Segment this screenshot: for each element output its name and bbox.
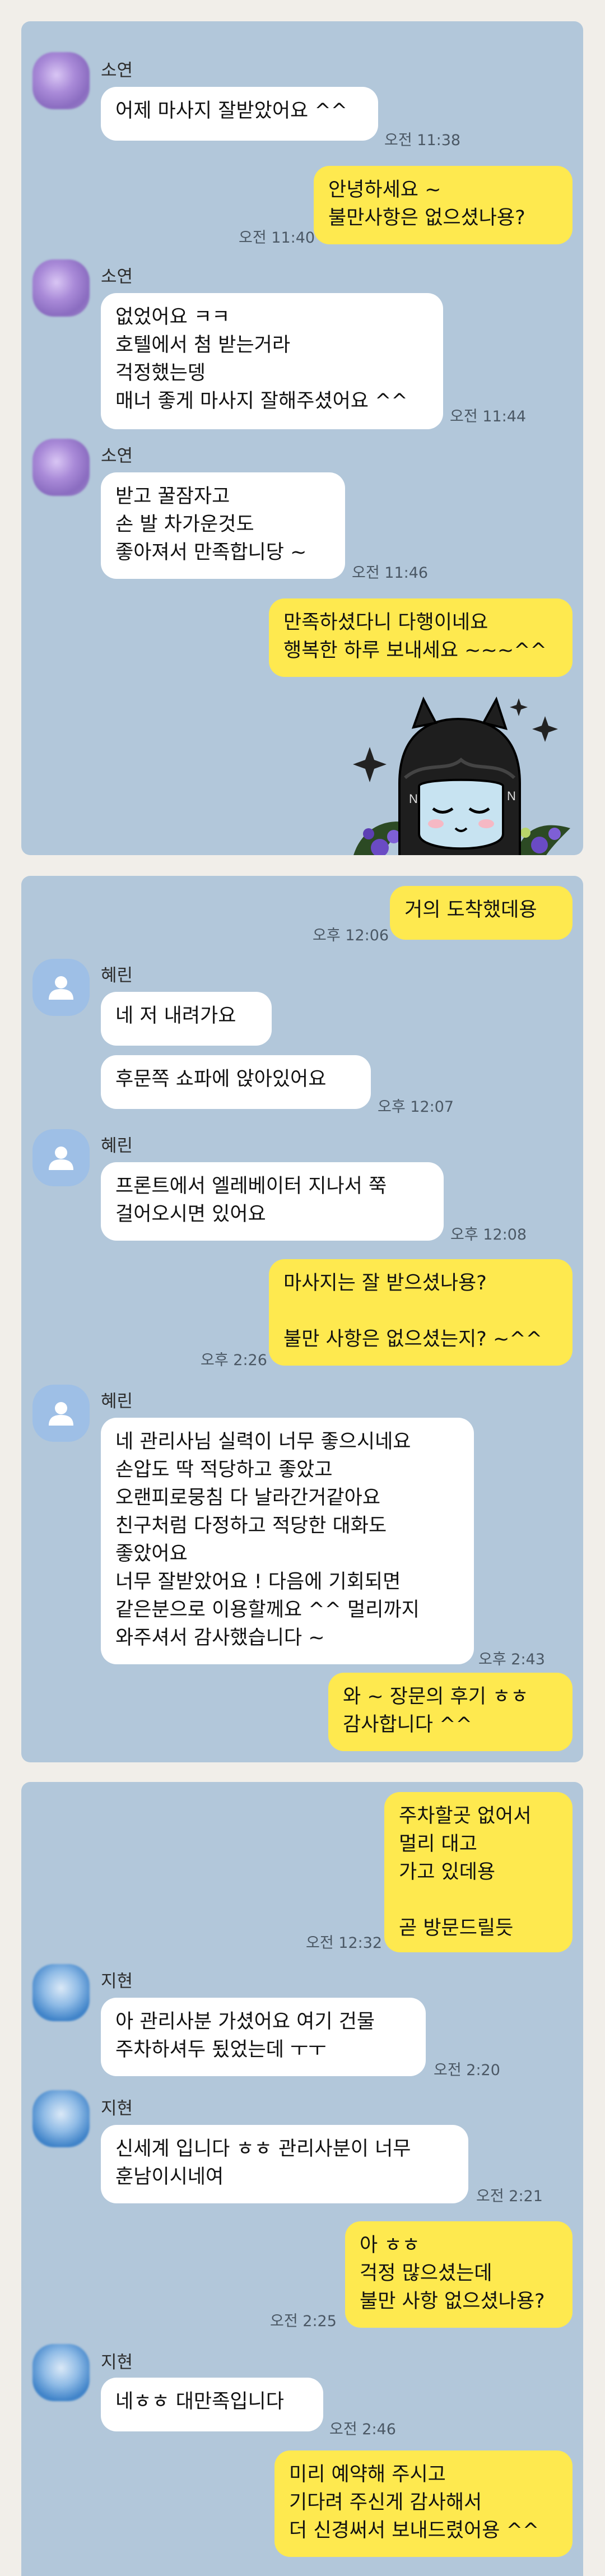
message-bubble-incoming[interactable]: 없었어요 ㅋㅋ 호텔에서 첨 받는거라 걱정했는뎅 매너 좋게 마사지 잘해주셨… (101, 293, 443, 429)
message-time: 오전 2:21 (476, 2188, 543, 2205)
message-bubble-outgoing[interactable]: 만족하셨다니 다행이네요 행복한 하루 보내세요 ~~~^^ (269, 598, 573, 677)
sticker-letter-n: N (409, 792, 418, 806)
message-bubble-incoming[interactable]: 신세계 입니다 ㅎㅎ 관리사분이 너무 훈남이시네여 (101, 2125, 468, 2203)
sender-name: 지현 (101, 2352, 133, 2373)
message-time: 오전 2:25 (270, 2313, 337, 2330)
message-bubble-outgoing[interactable]: 아 ㅎㅎ 걱정 많으셨는데 불만 사항 없으셨나용? (345, 2221, 573, 2328)
message-bubble-outgoing[interactable]: 안녕하세요 ~ 불만사항은 없으셨나용? (314, 166, 573, 244)
message-time: 오후 12:06 (313, 927, 389, 944)
avatar[interactable] (32, 959, 90, 1016)
message-bubble-outgoing[interactable]: 와 ~ 장문의 후기 ㅎㅎ 감사합니다 ^^ (328, 1673, 573, 1751)
message-time: 오전 11:46 (352, 564, 429, 582)
avatar[interactable] (32, 2344, 90, 2401)
chat-screenshot-3: 주차할곳 없어서 멀리 대고 가고 있데용 곧 방문드릴듯 오전 12:32 지… (21, 1782, 583, 2576)
message-time: 오전 11:44 (450, 408, 527, 425)
message-bubble-incoming[interactable]: 받고 꿀잠자고 손 발 차가운것도 좋아져서 만족합니당 ~ (101, 472, 345, 579)
sender-name: 지현 (101, 2099, 133, 2119)
message-time: 오전 2:46 (329, 2421, 396, 2438)
avatar[interactable] (32, 259, 90, 317)
message-bubble-incoming[interactable]: 네 관리사님 실력이 너무 좋으시네요 손압도 딱 적당하고 좋았고 오랜피로뭉… (101, 1418, 474, 1664)
message-time: 오후 12:07 (378, 1098, 454, 1116)
avatar[interactable] (32, 439, 90, 496)
avatar[interactable] (32, 1385, 90, 1442)
default-profile-icon (49, 976, 73, 1000)
avatar[interactable] (32, 1964, 90, 2021)
message-bubble-incoming[interactable]: 네ㅎㅎ 대만족입니다 (101, 2378, 323, 2431)
message-time: 오후 2:43 (478, 1651, 545, 1668)
sender-name: 혜린 (101, 1391, 133, 1412)
message-bubble-outgoing[interactable]: 미리 예약해 주시고 기다려 주신게 감사해서 더 신경써서 보내드렸어용 ^^ (274, 2450, 573, 2557)
sender-name: 혜린 (101, 966, 133, 986)
sleeping-cat-sticker[interactable]: N N (346, 694, 581, 855)
avatar[interactable] (32, 2090, 90, 2147)
sender-name: 소연 (101, 446, 133, 466)
message-bubble-incoming[interactable]: 네 저 내려가요 (101, 992, 272, 1046)
default-profile-icon (49, 1147, 73, 1170)
message-time: 오전 11:38 (384, 132, 461, 149)
message-bubble-incoming[interactable]: 후문쪽 쇼파에 앉아있어요 (101, 1055, 371, 1109)
sender-name: 소연 (101, 267, 133, 287)
message-bubble-incoming[interactable]: 어제 마사지 잘받았어요 ^^ (101, 87, 378, 141)
sender-name: 지현 (101, 1971, 133, 1992)
message-bubble-outgoing[interactable]: 거의 도착했데용 (390, 886, 573, 940)
message-time: 오전 2:20 (434, 2062, 500, 2079)
message-bubble-outgoing[interactable]: 주차할곳 없어서 멀리 대고 가고 있데용 곧 방문드릴듯 (384, 1792, 573, 1952)
sticker-letter-n: N (507, 789, 516, 803)
message-time: 오전 11:40 (239, 229, 315, 247)
default-profile-icon (49, 1402, 73, 1426)
chat-screenshot-1: 소연 어제 마사지 잘받았어요 ^^ 오전 11:38 안녕하세요 ~ 불만사항… (21, 21, 583, 855)
sender-name: 소연 (101, 61, 133, 81)
message-bubble-outgoing[interactable]: 마사지는 잘 받으셨나용? 불만 사항은 없으셨는지? ~^^ (269, 1259, 573, 1366)
message-bubble-incoming[interactable]: 아 관리사분 가셨어요 여기 건물 주차하셔두 됬었는데 ㅜㅜ (101, 1998, 426, 2076)
message-time: 오후 2:26 (201, 1352, 267, 1369)
sender-name: 혜린 (101, 1136, 133, 1156)
message-time: 오후 12:08 (450, 1226, 527, 1243)
chat-screenshot-2: 거의 도착했데용 오후 12:06 혜린 네 저 내려가요 후문쪽 쇼파에 앉아… (21, 876, 583, 1762)
avatar[interactable] (32, 52, 90, 109)
message-time: 오전 12:32 (306, 1934, 383, 1952)
message-bubble-incoming[interactable]: 프론트에서 엘레베이터 지나서 쭉 걸어오시면 있어요 (101, 1162, 444, 1241)
avatar[interactable] (32, 1129, 90, 1186)
